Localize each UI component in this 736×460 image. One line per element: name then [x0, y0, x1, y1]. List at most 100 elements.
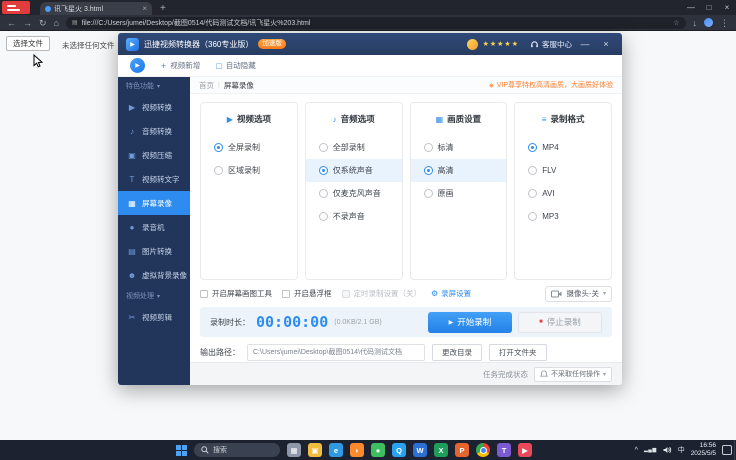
sidebar-item-screen-record[interactable]: ▦ 屏幕录像: [118, 191, 190, 215]
browser-menu-icon[interactable]: ⋮: [720, 15, 729, 31]
ime-indicator[interactable]: 中: [678, 445, 685, 455]
taskbar-search[interactable]: 搜索: [194, 443, 280, 457]
taskbar-app-icon-9[interactable]: P: [455, 443, 469, 457]
sidebar-item-video-convert[interactable]: ▶ 视频转换: [118, 95, 190, 119]
convert-center-icon[interactable]: ▶: [130, 58, 145, 73]
volume-icon[interactable]: [663, 446, 672, 454]
browser-tab[interactable]: 讯飞星火 3.html ×: [40, 2, 152, 15]
radio-original-quality[interactable]: 原画: [411, 182, 507, 205]
record-options-row: 开启屏幕画图工具 开启悬浮框 定时录制设置（关） ⚙: [200, 286, 612, 301]
sidebar-section-video-process[interactable]: 视频处理 ▾: [118, 287, 190, 305]
radio-format-flv[interactable]: FLV: [515, 159, 611, 182]
video-compress-icon: ▣: [127, 151, 137, 160]
app-minimize-button[interactable]: —: [577, 33, 593, 55]
browser-close-button[interactable]: ×: [718, 0, 736, 15]
radio-format-mp3[interactable]: MP3: [515, 205, 611, 228]
radio-no-sound[interactable]: 不录声音: [306, 205, 402, 228]
radio-standard-quality[interactable]: 标清: [411, 136, 507, 159]
taskbar-app-icon-6[interactable]: Q: [392, 443, 406, 457]
radio-fullscreen-record[interactable]: 全屏录制: [201, 136, 297, 159]
radio-high-quality[interactable]: 高清: [411, 159, 507, 182]
download-icon[interactable]: ↓: [693, 15, 698, 31]
notification-center-icon[interactable]: [722, 445, 732, 455]
taskbar-app-icon-11[interactable]: T: [497, 443, 511, 457]
back-icon[interactable]: ←: [7, 15, 16, 31]
new-tab-button[interactable]: +: [160, 2, 166, 15]
sidebar-item-audio-convert[interactable]: ♪ 音频转换: [118, 119, 190, 143]
vip-banner[interactable]: ◆ VIP尊享特权高清画质，大画质好体验: [489, 80, 613, 90]
home-icon[interactable]: ⌂: [54, 15, 59, 31]
browser-maximize-button[interactable]: □: [700, 0, 718, 15]
start-record-button[interactable]: ▶ 开始录制: [428, 312, 512, 333]
url-input[interactable]: ▤ file:///C:/Users/jumei/Desktop/截图0514/…: [66, 17, 686, 29]
sidebar-item-video-compress[interactable]: ▣ 视频压缩: [118, 143, 190, 167]
sidebar-item-video-to-text[interactable]: T 视频转文字: [118, 167, 190, 191]
radio-format-mp4[interactable]: MP4: [515, 136, 611, 159]
radio-mic-sound[interactable]: 仅麦克风声音: [306, 182, 402, 205]
taskbar-app-icon-1[interactable]: ▦: [287, 443, 301, 457]
choose-file-button[interactable]: 选择文件: [6, 36, 50, 51]
taskbar-app-icon-10[interactable]: [476, 443, 490, 457]
sidebar-item-virtual-bg-record[interactable]: ☻ 虚拟背景录像: [118, 263, 190, 287]
taskbar-app-icon-5[interactable]: ●: [371, 443, 385, 457]
output-path-row: 输出路径： C:\Users\jumei\Desktop\截图0514\代码测试…: [200, 344, 612, 361]
app-close-button[interactable]: ×: [598, 33, 614, 55]
taskbar-app-icon-7[interactable]: W: [413, 443, 427, 457]
vip-stars[interactable]: ★★★★★: [483, 40, 519, 48]
chevron-down-icon: ▾: [157, 83, 160, 90]
taskbar-app-icon-12[interactable]: ▶: [518, 443, 532, 457]
taskbar-app-icon-2[interactable]: ▣: [308, 443, 322, 457]
breadcrumb-home[interactable]: 首页: [199, 80, 214, 91]
taskbar-app-icon-4[interactable]: ◗: [350, 443, 364, 457]
mouse-cursor: [33, 54, 44, 68]
browser-profile-avatar[interactable]: [704, 18, 713, 27]
radio-region-record[interactable]: 区域录制: [201, 159, 297, 182]
clock-time: 16:56: [700, 442, 716, 450]
sidebar-item-video-clip[interactable]: ✂ 视频剪辑: [118, 305, 190, 329]
taskbar-clock[interactable]: 16:56 2025/5/5: [691, 442, 716, 458]
format-icon: ≡: [542, 115, 547, 124]
panel-options: MP4 FLV AVI: [515, 136, 611, 228]
breadcrumb: 首页 | 屏幕录像 ◆ VIP尊享特权高清画质，大画质好体验: [190, 77, 622, 94]
toolbar-item-add-video[interactable]: + 视频新增: [161, 60, 200, 71]
user-avatar[interactable]: [467, 39, 478, 50]
open-folder-button[interactable]: 打开文件夹: [489, 344, 547, 361]
radio-system-sound[interactable]: 仅系统声音: [306, 159, 402, 182]
play-icon: ▶: [449, 319, 454, 326]
bell-icon: [540, 370, 548, 378]
url-text: file:///C:/Users/jumei/Desktop/截图0514/代码…: [82, 18, 670, 28]
bookmark-star-icon[interactable]: ☆: [673, 19, 679, 27]
taskbar-app-icon-8[interactable]: X: [434, 443, 448, 457]
task-finish-action-dropdown[interactable]: 不采取任何操作 ▾: [534, 367, 612, 382]
radio-icon: [528, 143, 537, 152]
tray-chevron-up-icon[interactable]: ^: [635, 447, 638, 454]
customer-service-button[interactable]: 客服中心: [530, 39, 572, 50]
sidebar-item-voice-recorder[interactable]: ● 录音机: [118, 215, 190, 239]
stop-record-button[interactable]: ■ 停止录制: [518, 312, 602, 333]
camera-dropdown[interactable]: 摄像头-关 ▾: [545, 286, 612, 302]
recorder-float-badge[interactable]: [2, 1, 30, 14]
change-directory-button[interactable]: 更改目录: [432, 344, 482, 361]
toolbar-item-auto-hide[interactable]: □ 自动隐藏: [216, 60, 255, 71]
sidebar-section-features[interactable]: 特色功能 ▾: [118, 77, 190, 95]
window-icon: □: [216, 61, 221, 71]
record-settings-link[interactable]: ⚙ 录屏设置: [431, 288, 471, 299]
app-toolbar: ▶ + 视频新增 □ 自动隐藏: [118, 55, 622, 77]
browser-minimize-button[interactable]: —: [682, 0, 700, 15]
network-signal-icon[interactable]: ▂▄▆: [644, 447, 657, 453]
sidebar-item-image-convert[interactable]: ▤ 图片转换: [118, 239, 190, 263]
tab-close-icon[interactable]: ×: [142, 4, 147, 13]
radio-icon: [319, 166, 328, 175]
refresh-icon[interactable]: ↻: [39, 15, 47, 31]
radio-record-all-sound[interactable]: 全部录制: [306, 136, 402, 159]
output-path-input[interactable]: C:\Users\jumei\Desktop\截图0514\代码测试文档: [247, 344, 425, 361]
tab-title: 讯飞星火 3.html: [54, 4, 139, 14]
checkbox-screen-draw-tool[interactable]: 开启屏幕画图工具: [200, 288, 272, 299]
forward-icon[interactable]: →: [23, 15, 32, 31]
panel-record-format: ≡ 录制格式 MP4: [514, 102, 612, 280]
radio-format-avi[interactable]: AVI: [515, 182, 611, 205]
taskbar-app-icon-3[interactable]: e: [329, 443, 343, 457]
chevron-down-icon: ▾: [157, 293, 160, 300]
start-button[interactable]: [176, 445, 187, 456]
checkbox-float-window[interactable]: 开启悬浮框: [282, 288, 332, 299]
